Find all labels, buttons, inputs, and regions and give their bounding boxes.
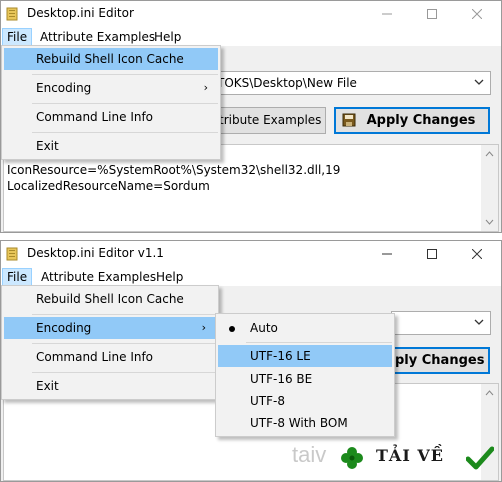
apply-changes-button[interactable]: Apply Changes [334, 107, 490, 134]
encoding-option-utf16be[interactable]: UTF-16 BE [218, 368, 392, 390]
submenu-arrow-icon: › [203, 81, 208, 94]
watermark-right-text: TẢI VỀ [376, 446, 444, 465]
menu-separator [32, 103, 218, 104]
menu-attribute-examples[interactable]: Attribute Examples [36, 28, 159, 46]
save-icon [342, 113, 356, 127]
exit-label: Exit [36, 379, 59, 393]
selected-bullet-icon [229, 326, 235, 332]
menu-item-exit[interactable]: Exit [4, 375, 216, 397]
menu-item-command-line-info[interactable]: Command Line Info [4, 346, 216, 368]
utf16be-label: UTF-16 BE [250, 372, 313, 386]
menu-separator [32, 372, 216, 373]
folder-icon [6, 7, 18, 21]
maximize-icon [427, 249, 437, 259]
chevron-down-icon [474, 319, 484, 325]
encoding-label: Encoding [36, 81, 92, 95]
menu-item-command-line-info[interactable]: Command Line Info [4, 106, 218, 128]
rebuild-cache-label: Rebuild Shell Icon Cache [36, 52, 184, 66]
menu-attribute-examples[interactable]: Attribute Examples [37, 268, 160, 286]
encoding-label: Encoding [36, 321, 92, 335]
menu-item-rebuild-cache[interactable]: Rebuild Shell Icon Cache [4, 48, 218, 70]
path-value: TOKS\Desktop\New File [217, 76, 357, 90]
chevron-down-icon [474, 79, 484, 85]
window-title: Desktop.ini Editor v1.1 [27, 246, 164, 260]
menu-item-exit[interactable]: Exit [4, 135, 218, 157]
close-button[interactable] [455, 241, 500, 267]
rebuild-cache-label: Rebuild Shell Icon Cache [36, 292, 184, 306]
menu-help[interactable]: Help [150, 28, 185, 46]
encoding-submenu: Auto UTF-16 LE UTF-16 BE UTF-8 UTF-8 Wit… [215, 313, 395, 437]
apply-changes-label: ply Changes [395, 353, 485, 368]
menu-bar: File Attribute Examples Help [1, 27, 501, 46]
maximize-button[interactable] [410, 241, 455, 267]
scroll-down-icon [485, 219, 494, 225]
folder-icon [6, 247, 18, 261]
auto-label: Auto [250, 321, 278, 335]
apply-changes-label: Apply Changes [366, 113, 476, 128]
encoding-option-auto[interactable]: Auto [218, 317, 392, 339]
utf8-label: UTF-8 [250, 394, 285, 408]
menu-separator [32, 74, 218, 75]
menu-separator [32, 343, 216, 344]
encoding-option-utf8-bom[interactable]: UTF-8 With BOM [218, 412, 392, 434]
editor-line-2: LocalizedResourceName=Sordum [7, 179, 210, 193]
encoding-option-utf16le[interactable]: UTF-16 LE [218, 345, 392, 367]
command-line-info-label: Command Line Info [36, 350, 154, 364]
exit-label: Exit [36, 139, 59, 153]
clover-icon [341, 447, 363, 469]
command-line-info-label: Command Line Info [36, 110, 154, 124]
path-combobox[interactable]: TOKS\Desktop\New File [206, 71, 491, 95]
close-button[interactable] [455, 1, 500, 27]
close-icon [472, 9, 482, 19]
file-menu-dropdown: Rebuild Shell Icon Cache Encoding › Comm… [1, 45, 221, 160]
watermark: taiv TẢI VỀ [292, 440, 497, 476]
menu-separator [32, 132, 218, 133]
watermark-left-text: taiv [292, 442, 327, 467]
menu-file[interactable]: File [2, 268, 33, 286]
utf8-bom-label: UTF-8 With BOM [250, 416, 348, 430]
utf16le-label: UTF-16 LE [250, 349, 311, 363]
minimize-button[interactable] [365, 241, 410, 267]
minimize-icon [382, 13, 392, 15]
title-bar[interactable]: Desktop.ini Editor v1.1 [1, 241, 501, 267]
title-bar[interactable]: Desktop.ini Editor [1, 1, 501, 27]
close-icon [472, 249, 482, 259]
encoding-option-utf8[interactable]: UTF-8 [218, 390, 392, 412]
menu-file[interactable]: File [2, 28, 33, 46]
checkmark-icon [466, 446, 494, 470]
editor-line-1: IconResource=%SystemRoot%\System32\shell… [7, 163, 341, 177]
menu-item-rebuild-cache[interactable]: Rebuild Shell Icon Cache [4, 288, 216, 310]
scroll-up-icon [485, 151, 494, 157]
menu-item-encoding[interactable]: Encoding › [4, 317, 216, 339]
attribute-examples-button[interactable]: tribute Examples [206, 107, 326, 134]
minimize-icon [382, 253, 392, 255]
maximize-button[interactable] [410, 1, 455, 27]
vertical-scrollbar[interactable] [481, 145, 498, 231]
submenu-arrow-icon: › [201, 321, 206, 334]
apply-changes-button[interactable]: ply Changes [391, 347, 490, 374]
attribute-examples-label: tribute Examples [219, 113, 322, 127]
file-menu-dropdown: Rebuild Shell Icon Cache Encoding › Comm… [1, 285, 219, 400]
menu-item-encoding[interactable]: Encoding › [4, 77, 218, 99]
window-title: Desktop.ini Editor [27, 6, 134, 20]
menu-help[interactable]: Help [152, 268, 187, 286]
scroll-up-icon [485, 390, 494, 396]
menu-bar: File Attribute Examples Help [1, 267, 501, 286]
menu-separator [246, 342, 392, 343]
menu-separator [32, 314, 216, 315]
minimize-button[interactable] [365, 1, 410, 27]
path-combobox[interactable] [391, 311, 491, 335]
maximize-icon [427, 9, 437, 19]
